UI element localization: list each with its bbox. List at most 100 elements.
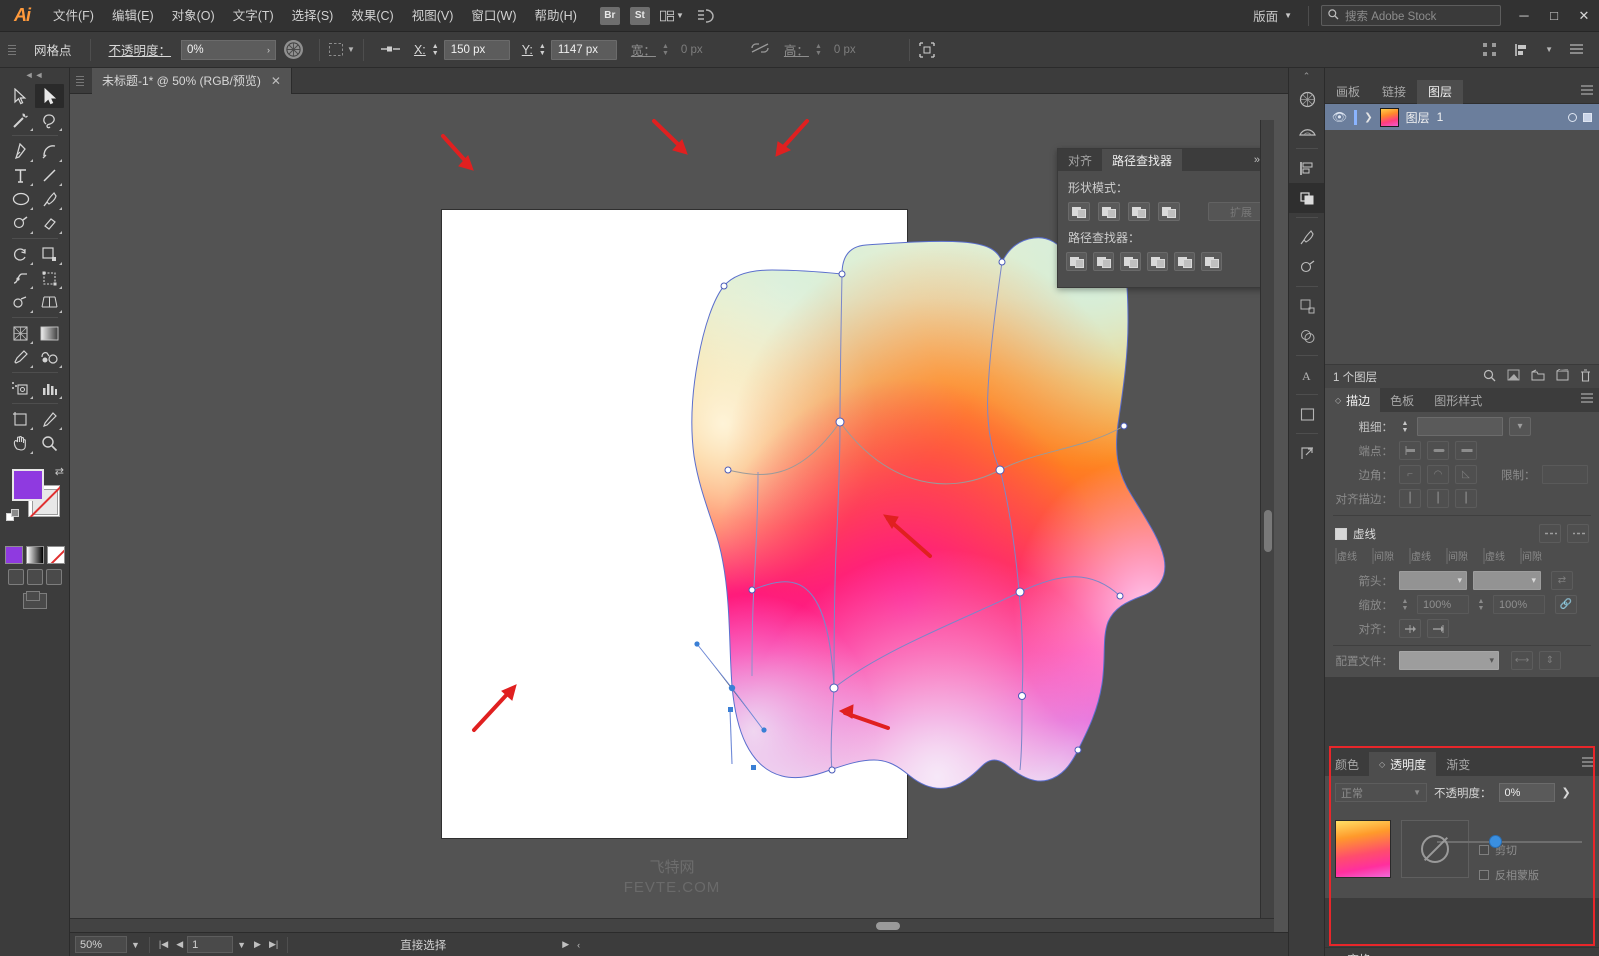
gradient-mode-button[interactable] xyxy=(25,546,44,564)
chevron-right-icon[interactable]: ❯ xyxy=(1364,112,1372,123)
eye-icon[interactable]: 👁 xyxy=(1332,110,1347,124)
minimize-button[interactable]: ─ xyxy=(1509,0,1539,32)
butt-cap-button[interactable] xyxy=(1399,441,1421,460)
artboards-panel-icon[interactable] xyxy=(1289,399,1325,429)
horizontal-scrollbar[interactable] xyxy=(70,918,1274,932)
tab-layers[interactable]: 图层 xyxy=(1417,79,1464,104)
status-collapse-icon[interactable]: ‹ xyxy=(573,940,584,950)
blend-mode-dropdown[interactable]: 正常 ▼ xyxy=(1335,783,1427,802)
curvature-tool[interactable] xyxy=(35,139,64,163)
pathfinder-panel-icon[interactable] xyxy=(1289,183,1325,213)
profile-dropdown[interactable]: ▾ xyxy=(1399,651,1499,670)
appearance-panel-icon[interactable] xyxy=(1289,321,1325,351)
close-icon[interactable]: ✕ xyxy=(271,74,281,88)
dash-cell-1[interactable]: 虚线 xyxy=(1335,548,1368,564)
divide-button[interactable] xyxy=(1066,252,1087,271)
y-input[interactable]: 1147 px xyxy=(550,39,617,60)
y-stepper[interactable]: ▲ ▼ xyxy=(537,40,548,60)
maximize-button[interactable]: □ xyxy=(1539,0,1569,32)
miter-join-button[interactable]: ⌐ xyxy=(1399,465,1421,484)
width-input[interactable]: 0 px xyxy=(674,40,740,60)
width-tool[interactable] xyxy=(6,266,35,290)
magic-wand-tool[interactable] xyxy=(6,108,35,132)
transform-each-icon[interactable] xyxy=(918,41,936,59)
dash-align-corners-button[interactable] xyxy=(1567,524,1589,543)
draw-behind-button[interactable] xyxy=(26,569,43,585)
pen-tool[interactable] xyxy=(6,139,35,163)
make-mask-icon[interactable] xyxy=(1507,369,1520,384)
scale-input-2[interactable]: 100% xyxy=(1493,595,1545,614)
scale-input-1[interactable]: 100% xyxy=(1417,595,1469,614)
unite-button[interactable] xyxy=(1068,202,1090,221)
extend-arrow-button[interactable] xyxy=(1399,619,1421,638)
chevron-down-icon[interactable]: ▼ xyxy=(1545,45,1553,54)
weight-stepper[interactable]: ▲ ▼ xyxy=(1399,417,1411,436)
artboard-tool[interactable] xyxy=(6,407,35,431)
default-fill-stroke-icon[interactable] xyxy=(6,509,20,523)
color-guide-icon[interactable] xyxy=(1289,84,1325,114)
page-input[interactable]: 1 xyxy=(187,936,234,953)
selection-tool[interactable] xyxy=(6,84,35,108)
close-button[interactable]: ✕ xyxy=(1569,0,1599,32)
tab-artboards[interactable]: 画板 xyxy=(1325,80,1371,104)
weight-dropdown[interactable]: ▾ xyxy=(1509,417,1531,436)
flip-profile-x-button[interactable]: ⟷ xyxy=(1511,651,1533,670)
projecting-cap-button[interactable] xyxy=(1455,441,1477,460)
artwork-thumbnail[interactable] xyxy=(1335,820,1391,878)
free-transform-tool[interactable] xyxy=(35,266,64,290)
panel-collapse-icon[interactable]: ◇ xyxy=(1335,396,1341,405)
align-inside-button[interactable]: ┃ xyxy=(1427,489,1449,508)
dash-cell-5[interactable]: 虚线 xyxy=(1483,548,1516,564)
opacity-chevron-icon[interactable]: ❯ xyxy=(1562,786,1571,799)
flip-profile-y-button[interactable]: ⇕ xyxy=(1539,651,1561,670)
place-arrow-button[interactable] xyxy=(1427,619,1449,638)
width-stepper[interactable]: ▲ ▼ xyxy=(660,40,671,60)
height-input[interactable]: 0 px xyxy=(827,40,893,60)
align-panel-icon[interactable] xyxy=(1289,153,1325,183)
swap-arrowheads-button[interactable]: ⇄ xyxy=(1551,571,1573,590)
blend-tool[interactable] xyxy=(35,345,64,369)
dashed-line-checkbox[interactable] xyxy=(1335,527,1347,540)
status-tool-label[interactable]: 直接选择 xyxy=(288,933,558,956)
prev-page-icon[interactable]: ◀ xyxy=(172,939,187,950)
mesh-preview-icon[interactable] xyxy=(694,7,718,25)
horizontal-scrollbar-thumb[interactable] xyxy=(876,922,900,930)
menu-help[interactable]: 帮助(H) xyxy=(526,0,586,32)
eyedropper-tool[interactable] xyxy=(6,345,35,369)
tab-gradient[interactable]: 渐变 xyxy=(1436,752,1480,776)
workspace-switcher[interactable]: 版面 ▼ xyxy=(1241,0,1304,32)
tab-links[interactable]: 链接 xyxy=(1371,80,1417,104)
menu-select[interactable]: 选择(S) xyxy=(283,0,343,32)
bevel-join-button[interactable]: ◺ xyxy=(1455,465,1477,484)
lasso-tool[interactable] xyxy=(35,108,64,132)
hand-tool[interactable] xyxy=(6,431,35,455)
tab-pathfinder[interactable]: 路径查找器 xyxy=(1102,149,1183,171)
tab-align[interactable]: 对齐 xyxy=(1058,149,1102,171)
selection-style-dropdown[interactable]: ▼ xyxy=(328,42,355,57)
vertical-scrollbar[interactable] xyxy=(1260,120,1274,932)
menu-edit[interactable]: 编辑(E) xyxy=(103,0,163,32)
column-graph-tool[interactable] xyxy=(35,376,64,400)
symbols-icon[interactable] xyxy=(1289,252,1325,282)
exclude-button[interactable] xyxy=(1158,202,1180,221)
scale-tool[interactable] xyxy=(35,242,64,266)
rail-expand-icon[interactable]: ⌃ xyxy=(1289,68,1324,84)
target-indicator-icon[interactable] xyxy=(1568,112,1577,122)
zoom-input[interactable]: 50% xyxy=(75,936,127,953)
line-segment-tool[interactable] xyxy=(35,163,64,187)
document-setup-icon[interactable] xyxy=(1567,41,1585,59)
menu-file[interactable]: 文件(F) xyxy=(44,0,103,32)
dash-cell-2[interactable]: 间隙 xyxy=(1372,548,1405,564)
tab-transparency[interactable]: ◇ 透明度 xyxy=(1369,752,1437,776)
align-panel-icon[interactable] xyxy=(1513,41,1531,59)
draw-inside-button[interactable] xyxy=(45,569,62,585)
new-sublayer-icon[interactable] xyxy=(1531,369,1545,384)
swatches-icon[interactable] xyxy=(1289,114,1325,144)
layers-empty-area[interactable] xyxy=(1325,130,1599,364)
dash-cell-6[interactable]: 间隙 xyxy=(1520,548,1553,564)
layer-name[interactable]: 图层 xyxy=(1406,109,1430,126)
minus-back-button[interactable] xyxy=(1201,252,1222,271)
asset-export-icon[interactable] xyxy=(1289,438,1325,468)
vertical-scrollbar-thumb[interactable] xyxy=(1264,510,1272,552)
chevron-down-icon[interactable]: ▼ xyxy=(233,940,250,950)
